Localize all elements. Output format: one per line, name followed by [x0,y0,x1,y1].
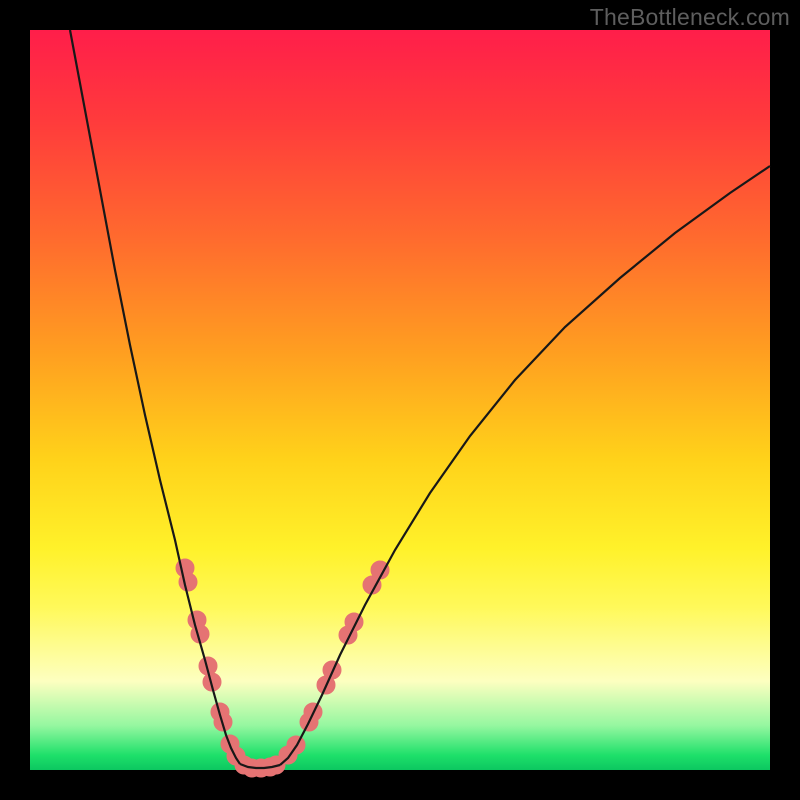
chart-stage: TheBottleneck.com [0,0,800,800]
chart-svg [30,30,770,770]
watermark-text: TheBottleneck.com [590,4,790,31]
left-curve [70,30,240,764]
plot-area [30,30,770,770]
highlight-dot [323,661,341,679]
highlight-dot [179,573,197,591]
right-curve [280,166,770,765]
